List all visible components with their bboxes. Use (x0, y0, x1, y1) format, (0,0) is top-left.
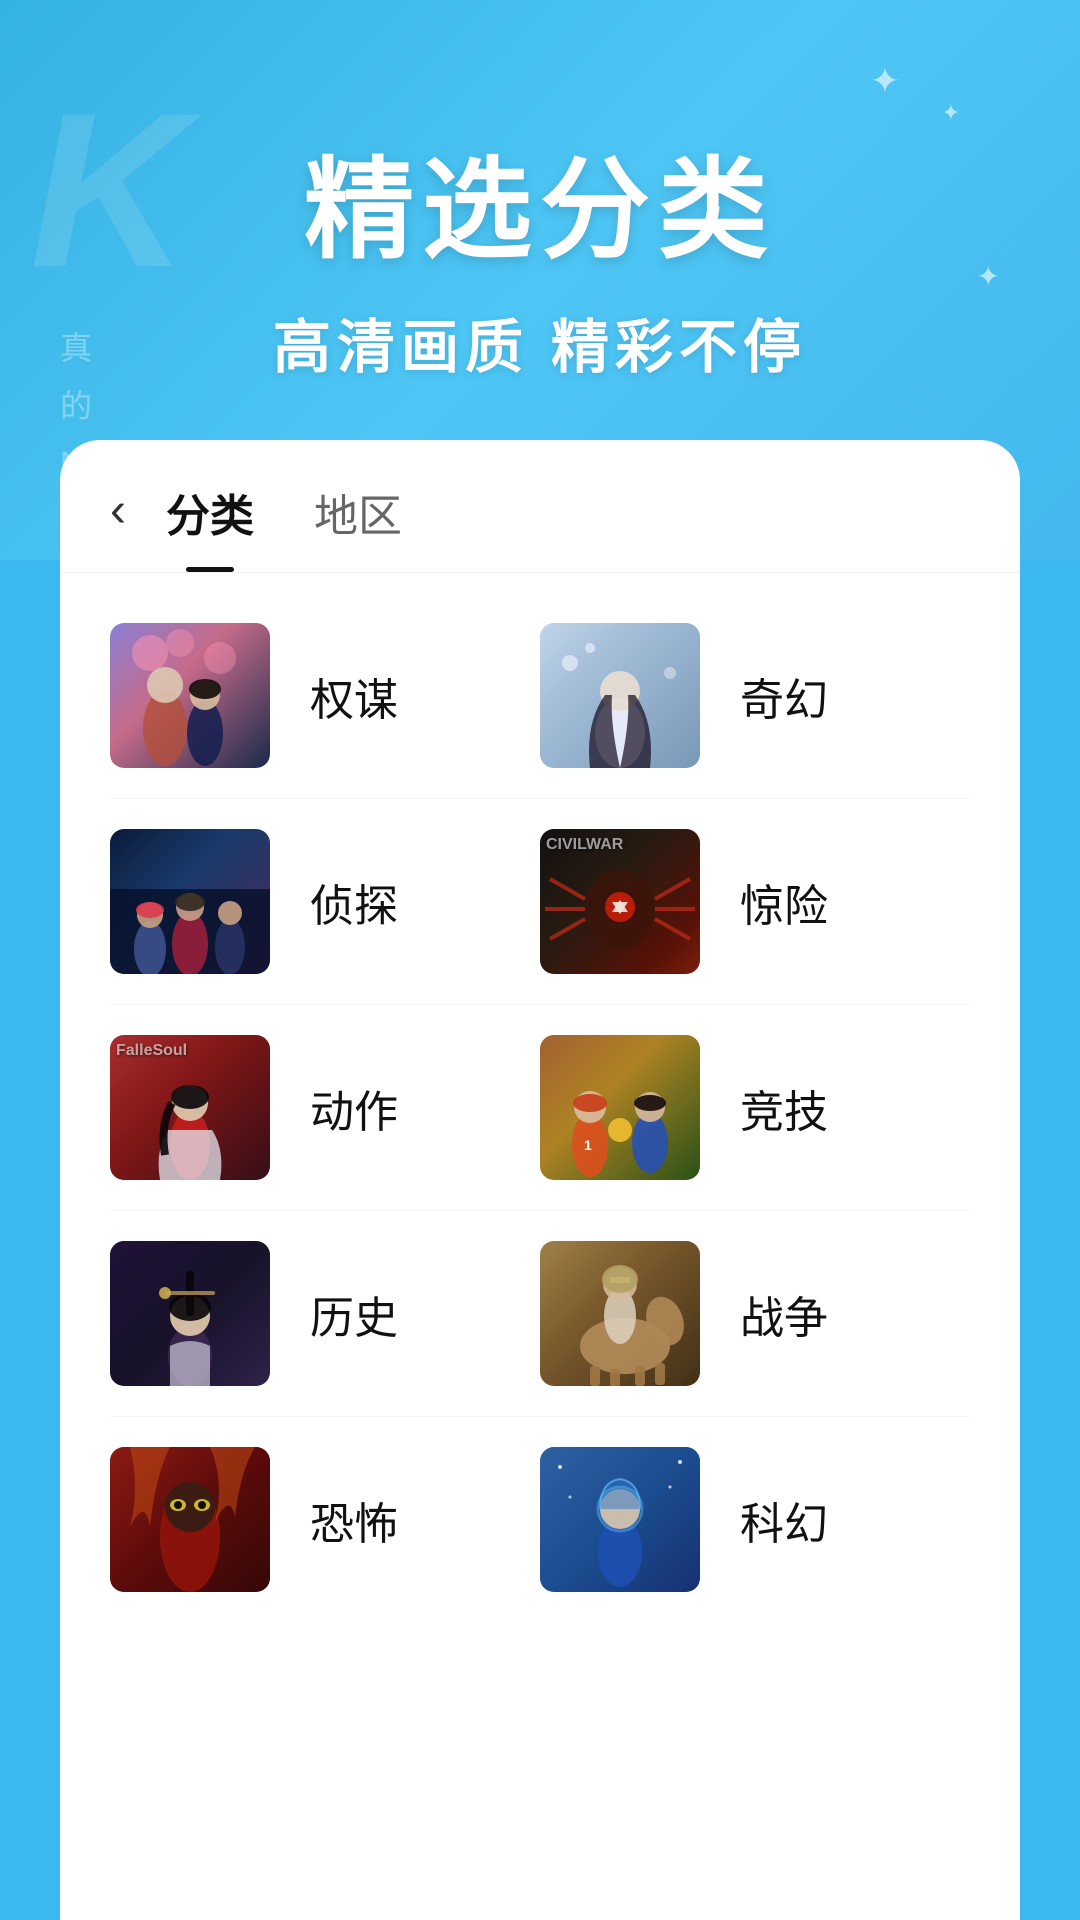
thumb-lishi (110, 1241, 270, 1386)
label-zhentan: 侦探 (310, 870, 398, 934)
thumb-kehuan (540, 1447, 700, 1592)
category-item-quanmou[interactable]: 权谋 (110, 623, 540, 768)
hero-title-main: 精选分类 (0, 120, 1080, 280)
label-quanmou: 权谋 (310, 664, 398, 728)
label-kehuan: 科幻 (740, 1488, 828, 1552)
label-jingji: 竞技 (740, 1076, 828, 1140)
tab-header: ‹ 分类 地区 (60, 440, 1020, 573)
thumb-zhentan (110, 829, 270, 974)
label-qihuan: 奇幻 (740, 664, 828, 728)
category-row-5: 恐怖 (110, 1417, 970, 1622)
category-grid: 权谋 (60, 573, 1020, 1920)
star-decoration-1: ✦ (870, 60, 900, 102)
category-item-lishi[interactable]: 历史 (110, 1241, 540, 1386)
tab-category[interactable]: 分类 (166, 480, 254, 572)
main-panel: ‹ 分类 地区 (60, 440, 1020, 1920)
thumb-dongzuo: FalleSoul (110, 1035, 270, 1180)
category-row-3: FalleSoul (110, 1005, 970, 1211)
thumb-quanmou (110, 623, 270, 768)
label-dongzuo: 动作 (310, 1076, 398, 1140)
category-item-zhentan[interactable]: 侦探 (110, 829, 540, 974)
category-item-qihuan[interactable]: 奇幻 (540, 623, 970, 768)
thumb-jingji: 1 (540, 1035, 700, 1180)
category-item-zhanzheng[interactable]: 战争 (540, 1241, 970, 1386)
back-button[interactable]: ‹ (110, 487, 126, 565)
label-zhanzheng: 战争 (740, 1282, 828, 1346)
category-item-jingji[interactable]: 1 竞技 (540, 1035, 970, 1180)
category-row-1: 权谋 (110, 593, 970, 799)
category-item-kongbu[interactable]: 恐怖 (110, 1447, 540, 1592)
category-item-dongzuo[interactable]: FalleSoul (110, 1035, 540, 1180)
category-item-jingxian[interactable]: CIVILWAR (540, 829, 970, 974)
category-row-2: 侦探 CIVILWAR (110, 799, 970, 1005)
category-item-kehuan[interactable]: 科幻 (540, 1447, 970, 1592)
label-kongbu: 恐怖 (310, 1488, 398, 1552)
svg-text:1: 1 (584, 1137, 592, 1153)
tab-region[interactable]: 地区 (314, 480, 402, 572)
category-row-4: 历史 (110, 1211, 970, 1417)
hero-title-block: 精选分类 高清画质 精彩不停 (0, 120, 1080, 384)
thumb-kongbu (110, 1447, 270, 1592)
label-lishi: 历史 (310, 1282, 398, 1346)
thumb-zhanzheng (540, 1241, 700, 1386)
thumb-qihuan (540, 623, 700, 768)
thumb-jingxian: CIVILWAR (540, 829, 700, 974)
label-jingxian: 惊险 (740, 870, 828, 934)
hero-title-sub: 高清画质 精彩不停 (0, 300, 1080, 384)
